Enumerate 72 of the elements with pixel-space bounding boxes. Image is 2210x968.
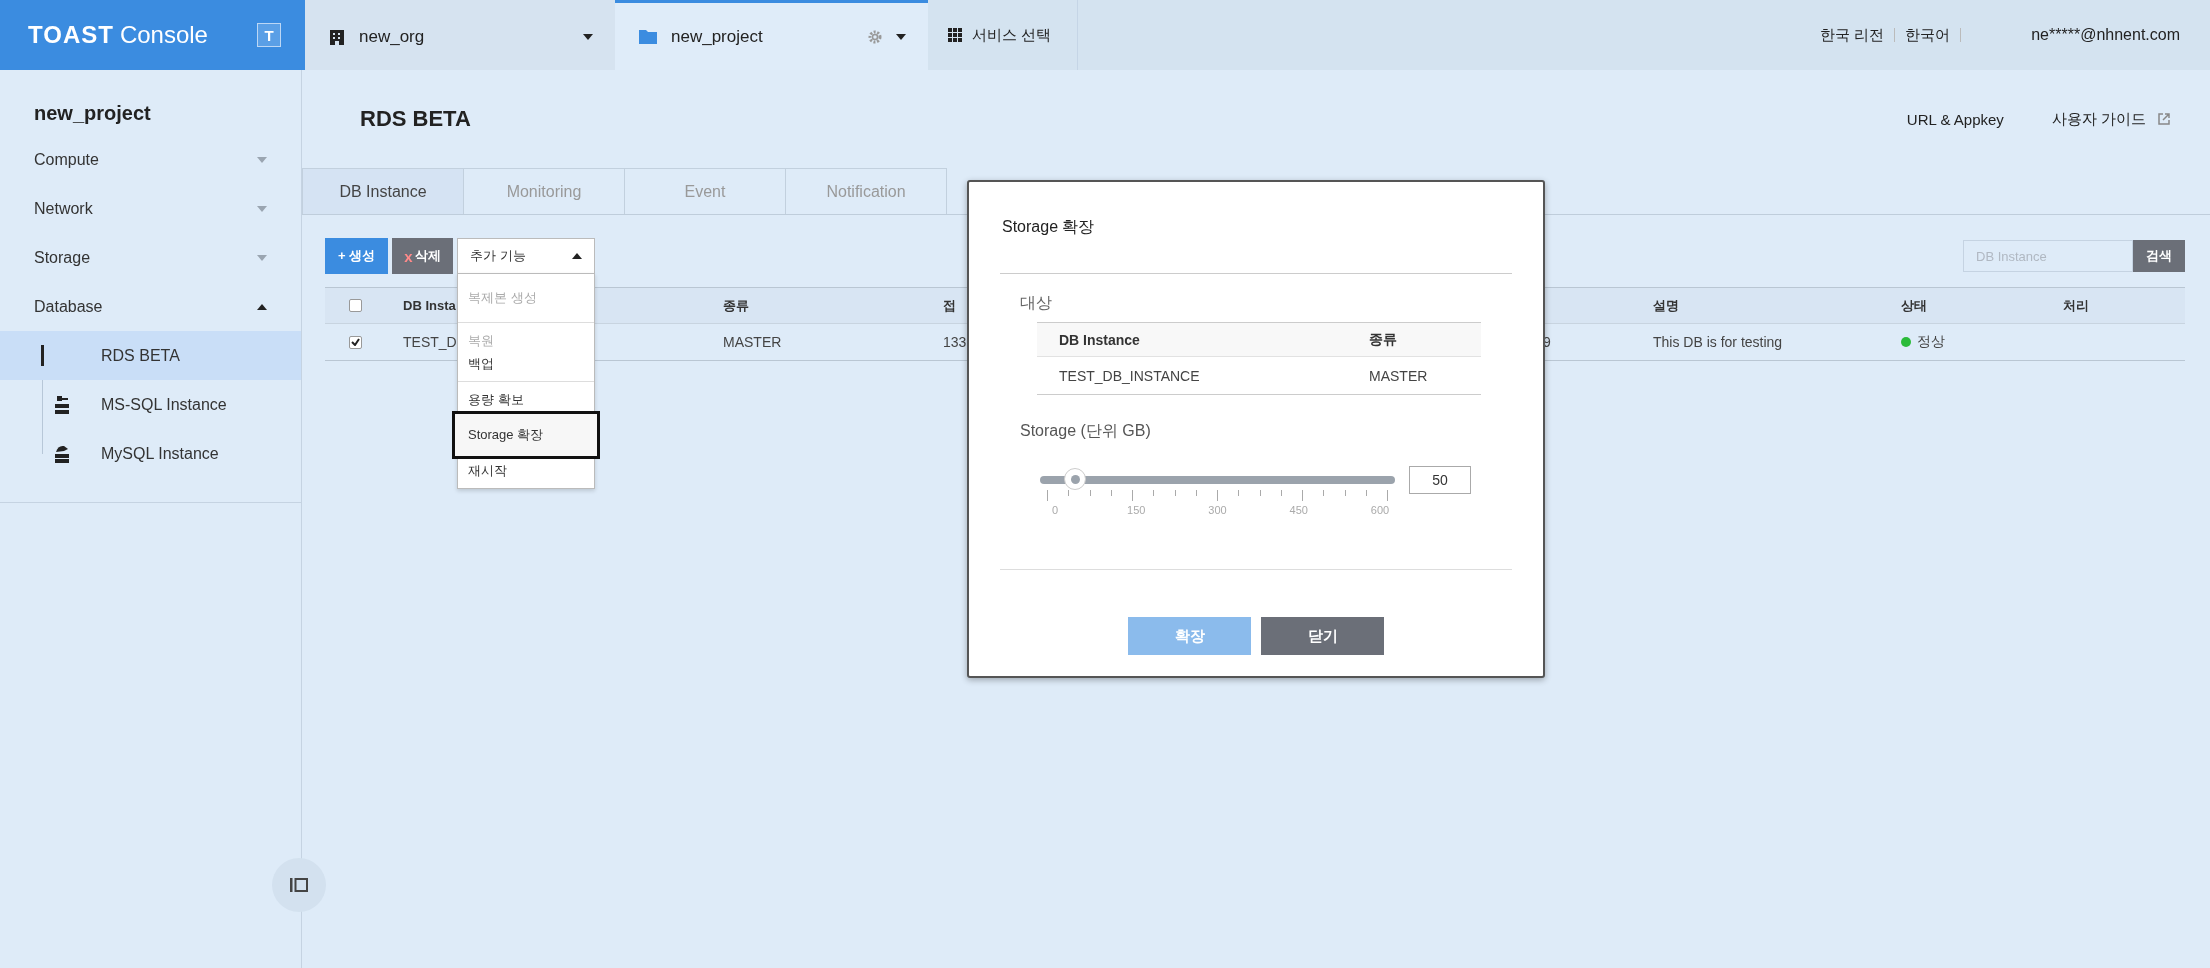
tick-label: 600 [1369,504,1391,516]
service-label: 서비스 선택 [972,25,1052,45]
nav-subitem[interactable]: MySQL Instance [0,429,301,478]
service-menu[interactable]: 서비스 선택 [928,0,1078,70]
nav-item[interactable]: Compute [0,135,301,184]
menu-item[interactable]: 용량 확보 [458,388,594,411]
project-title: new_project [33,101,152,126]
column-header: 상태 [1901,297,1927,313]
caret-up-icon [572,253,582,259]
column-header: DB Instance [1059,331,1140,348]
database-stack-icon [55,395,69,414]
project-name: new_project [671,26,764,47]
table-cell: MASTER [723,334,782,350]
grid-icon [948,28,962,42]
column-header: DB Insta [403,298,456,313]
tab[interactable]: DB Instance [302,168,464,214]
building-icon [329,28,345,45]
user-account[interactable]: ne*****@nhnent.com [2031,26,2180,44]
folder-icon [639,29,657,44]
brand-logo: TOAST [28,21,114,49]
menu-item[interactable]: 백업 [458,352,594,375]
product-name: Console [119,21,208,49]
dialog-title: Storage 확장 [1002,217,1095,237]
nav-item[interactable]: Storage [0,233,301,282]
page-title: RDS BETA [360,106,471,132]
project-tab[interactable]: new_project [615,0,928,70]
caret-down-icon [257,254,267,261]
field-label: Storage (단위 GB) [1019,421,1152,441]
column-header: 종류 [723,297,749,313]
caret-down-icon [257,156,267,163]
column-header: 처리 [2063,297,2089,313]
table-cell: MASTER [1369,367,1428,384]
column-header: 설명 [1653,297,1679,313]
settings-icon [868,29,882,44]
check-icon [350,338,360,346]
column-header: 종류 [1369,330,1397,347]
table-cell: This DB is for testing [1653,334,1783,350]
table-cell: TEST_DB_INSTANCE [1059,367,1200,384]
caret-down-icon [896,33,906,40]
checkbox[interactable] [348,299,362,312]
nav-item[interactable]: Network [0,184,301,233]
header-link[interactable]: URL & Appkey [1906,110,2004,128]
nav-subitem[interactable]: RDS BETA [0,331,301,380]
tick-label: 150 [1126,504,1147,516]
checkbox[interactable] [348,335,362,349]
caret-down-icon [257,205,267,212]
header-link[interactable]: 한국 리전 [1820,25,1885,45]
slider-thumb[interactable] [1064,468,1087,490]
column-header: 접 [943,297,956,313]
nav-item[interactable]: Database [0,282,301,331]
tick-label: 0 [1050,504,1060,516]
more-dropdown[interactable]: 추가 기능 [457,238,595,274]
caret-down-icon [583,33,593,40]
close-button[interactable]: 닫기 [1261,617,1384,655]
sidebar-toggle-icon [290,878,308,892]
table-cell: 133 [943,334,967,350]
menu-item[interactable]: Storage 확장 [454,413,598,457]
nav-subitem[interactable]: MS-SQL Instance [0,380,301,429]
status-text: 정상 [1917,333,1945,351]
menu-item[interactable]: 재시작 [458,459,594,482]
tick-label: 300 [1207,504,1228,516]
org-name: new_org [359,26,426,47]
caret-up-icon [257,303,267,310]
search-button[interactable]: 검색 [2133,240,2185,272]
section-label: 대상 [1019,293,1053,313]
database-stack-icon [55,444,69,463]
tick-label: 450 [1288,504,1309,516]
storage-input[interactable]: 50 [1409,466,1471,494]
header-link[interactable]: 한국어 [1905,25,1951,45]
delete-button[interactable]: x삭제 [392,238,453,274]
table-cell: TEST_D [403,334,457,350]
header-link[interactable]: 사용자 가이드 [2051,109,2146,129]
